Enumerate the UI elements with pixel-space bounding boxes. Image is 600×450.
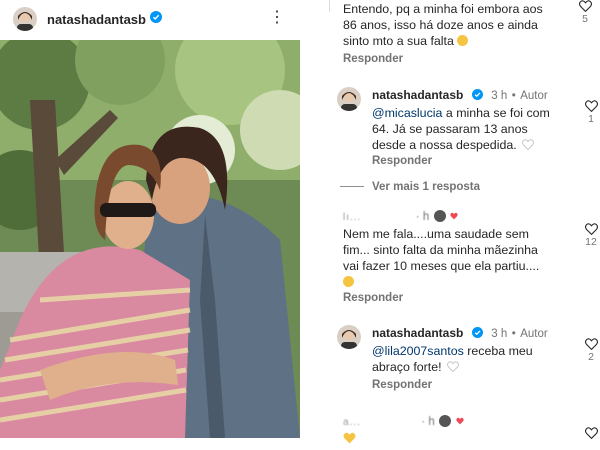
reply-time: 3 h bbox=[491, 90, 508, 102]
like-button[interactable]: 5 bbox=[574, 0, 596, 25]
post-username[interactable]: natashadantasb bbox=[47, 12, 146, 27]
reply-line: @micaslucia a minha se foi com bbox=[372, 105, 572, 121]
post-header: natashadantasb ⋮ bbox=[0, 0, 300, 38]
reply-button[interactable]: Responder bbox=[343, 53, 403, 65]
post-avatar[interactable] bbox=[13, 7, 37, 31]
heart-icon bbox=[578, 0, 592, 12]
reply-line-text: abraço forte! bbox=[372, 360, 442, 374]
like-count: 12 bbox=[585, 236, 597, 248]
red-heart-icon bbox=[456, 417, 464, 425]
comment-line: vai fazer 10 meses que ela partiu.... bbox=[343, 259, 540, 273]
reply-header: natashadantasb 3 h • Autor bbox=[372, 324, 548, 343]
author-label: Autor bbox=[520, 328, 548, 340]
verified-badge-icon bbox=[471, 87, 483, 105]
comment-text bbox=[343, 431, 356, 449]
comment-header: a... · h bbox=[343, 412, 464, 430]
like-button[interactable]: 2 bbox=[580, 338, 600, 363]
yellow-heart-icon bbox=[343, 432, 356, 444]
comment-line bbox=[343, 274, 578, 290]
reply-header: natashadantasb 3 h • Autor bbox=[372, 86, 548, 105]
like-count: 1 bbox=[588, 113, 594, 125]
heart-icon bbox=[584, 100, 598, 112]
reply-avatar[interactable] bbox=[337, 87, 361, 111]
reply-button[interactable]: Responder bbox=[372, 379, 432, 391]
liked-by-author-icon bbox=[439, 415, 452, 427]
post-photo bbox=[0, 40, 300, 438]
white-heart-icon bbox=[447, 361, 460, 373]
like-button[interactable] bbox=[580, 427, 600, 439]
comment-username[interactable]: a... bbox=[343, 417, 361, 428]
mention-link[interactable]: @lila2007santos bbox=[372, 344, 464, 358]
like-count: 5 bbox=[582, 13, 588, 25]
comment-time: · h bbox=[421, 416, 435, 428]
comment-line: sinto mto a sua falta bbox=[343, 33, 578, 49]
comment-header: lı... · h bbox=[343, 207, 458, 225]
like-button[interactable]: 12 bbox=[580, 223, 600, 248]
dot-separator: • bbox=[511, 90, 516, 102]
author-label: Autor bbox=[520, 90, 548, 102]
reply-line: 64. Já se passaram 13 anos bbox=[372, 122, 528, 136]
view-more-label: Ver mais 1 resposta bbox=[372, 181, 481, 193]
more-options-button[interactable]: ⋮ bbox=[269, 10, 285, 26]
reply-button[interactable]: Responder bbox=[343, 292, 403, 304]
comment-text: Entendo, pq a minha foi embora aos 86 an… bbox=[343, 1, 578, 49]
red-heart-icon bbox=[450, 212, 458, 220]
reply-text: @lila2007santos receba meu abraço forte! bbox=[372, 343, 572, 375]
reply-line: @lila2007santos receba meu bbox=[372, 343, 572, 359]
reply-line: abraço forte! bbox=[372, 359, 572, 375]
reply-line-text: a minha se foi com bbox=[442, 106, 550, 120]
reply-username[interactable]: natashadantasb bbox=[372, 88, 463, 102]
reply-line-text: desde a nossa despedida. bbox=[372, 138, 517, 152]
mention-link[interactable]: @micaslucia bbox=[372, 106, 442, 120]
comment-time: · h bbox=[415, 211, 430, 223]
view-more-replies-button[interactable]: Ver mais 1 resposta bbox=[340, 181, 480, 193]
reply-avatar[interactable] bbox=[337, 325, 361, 349]
reply-button[interactable]: Responder bbox=[372, 155, 432, 167]
comment-line: Nem me fala....uma saudade sem bbox=[343, 227, 529, 241]
dot-separator: • bbox=[511, 328, 516, 340]
reply-line-text: receba meu bbox=[463, 344, 533, 358]
white-heart-icon bbox=[522, 139, 535, 151]
comment-line: Entendo, pq a minha foi embora aos bbox=[343, 2, 543, 16]
heart-icon bbox=[584, 223, 598, 235]
heart-icon bbox=[584, 338, 598, 350]
like-count: 2 bbox=[588, 351, 594, 363]
view-more-line bbox=[340, 186, 364, 188]
liked-by-author-icon bbox=[433, 210, 446, 222]
comments-panel: Entendo, pq a minha foi embora aos 86 an… bbox=[330, 0, 600, 450]
comment-line: 86 anos, isso há doze anos e ainda bbox=[343, 18, 538, 32]
reply-username[interactable]: natashadantasb bbox=[372, 326, 463, 340]
comment-text: Nem me fala....uma saudade sem fim... si… bbox=[343, 226, 578, 290]
verified-badge-icon bbox=[471, 325, 483, 343]
comment-line: fim... sinto falta da minha mãezinha bbox=[343, 243, 538, 257]
reply-line: desde a nossa despedida. bbox=[372, 137, 572, 153]
verified-badge-icon bbox=[149, 10, 162, 28]
like-button[interactable]: 1 bbox=[580, 100, 600, 125]
comment-line-text: sinto mto a sua falta bbox=[343, 34, 454, 48]
reply-time: 3 h bbox=[491, 328, 508, 340]
sad-emoji-icon bbox=[343, 276, 354, 287]
heart-icon bbox=[584, 427, 598, 439]
comment-username[interactable]: lı... bbox=[343, 212, 361, 223]
reply-text: @micaslucia a minha se foi com 64. Já se… bbox=[372, 105, 572, 153]
sad-emoji-icon bbox=[457, 35, 469, 46]
